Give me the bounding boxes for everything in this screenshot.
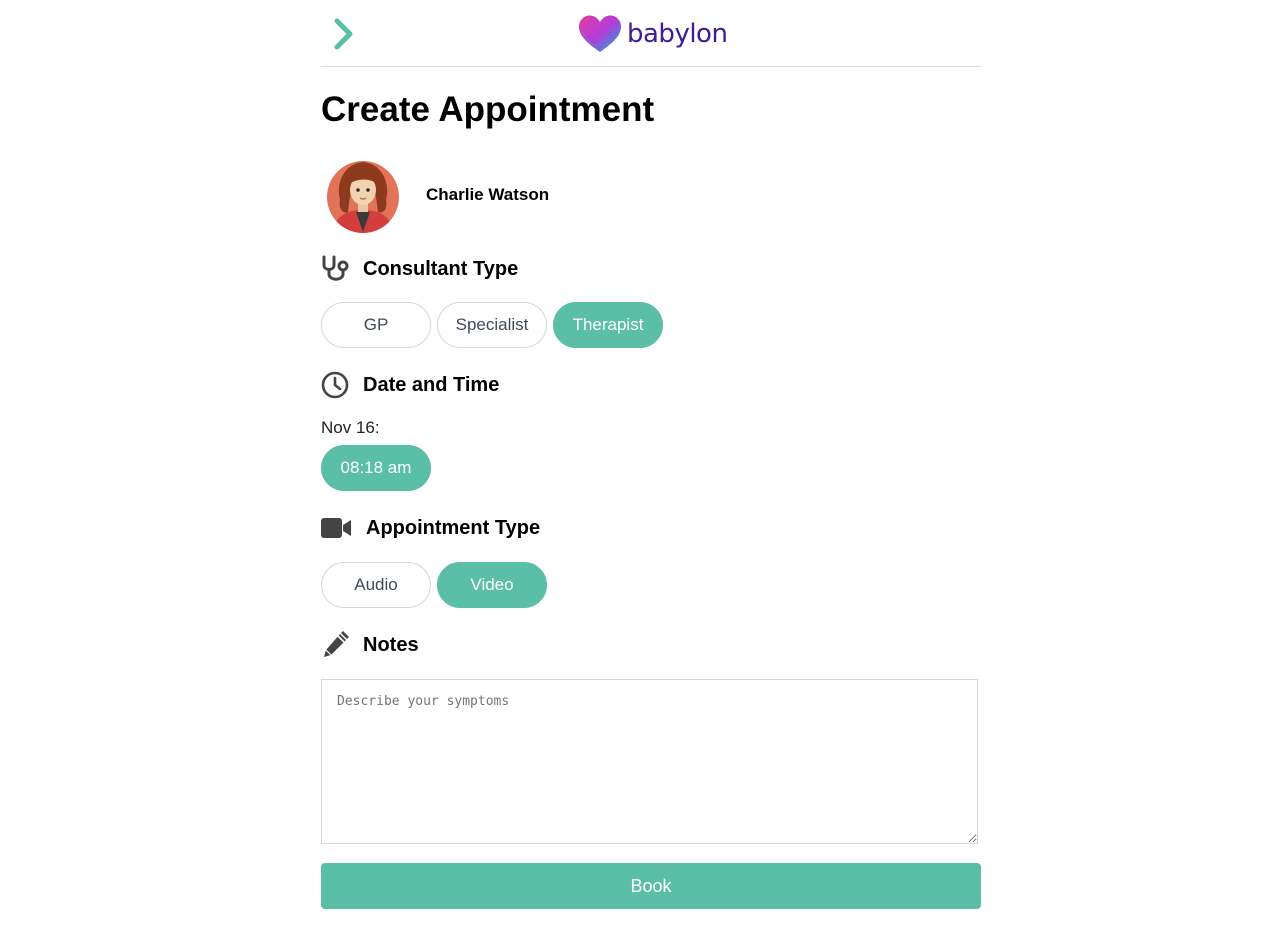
patient-name: Charlie Watson <box>426 185 550 204</box>
stethoscope-icon <box>321 255 349 283</box>
consultant-type-heading: Consultant Type <box>321 253 518 285</box>
avatar <box>327 161 399 233</box>
consultant-type-label: Consultant Type <box>363 257 519 280</box>
pencil-icon <box>321 631 349 659</box>
app-header: babylon <box>321 0 981 67</box>
time-slot[interactable]: 08:18 am <box>321 445 431 491</box>
heart-logo-icon <box>578 15 622 53</box>
consultant-option-therapist[interactable]: Therapist <box>553 302 663 348</box>
consultant-option-gp[interactable]: GP <box>321 302 431 348</box>
date-time-label: Date and Time <box>363 373 500 396</box>
logo-text: babylon <box>627 19 728 49</box>
create-appointment-page: babylon Create Appointment Charlie Watso… <box>321 0 981 935</box>
video-camera-icon <box>321 514 352 542</box>
consultant-type-options: GP Specialist Therapist <box>321 302 663 348</box>
patient-profile: Charlie Watson <box>326 156 549 234</box>
date-time-heading: Date and Time <box>321 369 499 401</box>
notes-label: Notes <box>363 633 419 656</box>
appointment-date: Nov 16: <box>321 418 380 437</box>
clock-icon <box>321 371 349 399</box>
babylon-logo: babylon <box>577 14 728 54</box>
chevron-right-icon <box>334 18 353 50</box>
symptoms-textarea[interactable] <box>321 679 978 844</box>
book-button[interactable]: Book <box>321 863 981 909</box>
page-title: Create Appointment <box>321 90 655 129</box>
appointment-type-options: Audio Video <box>321 562 547 608</box>
time-slots: 08:18 am <box>321 445 431 491</box>
appointment-type-label: Appointment Type <box>366 516 541 539</box>
consultant-option-specialist[interactable]: Specialist <box>437 302 547 348</box>
appointment-option-audio[interactable]: Audio <box>321 562 431 608</box>
back-button[interactable] <box>329 16 359 52</box>
notes-heading: Notes <box>321 629 419 661</box>
appointment-option-video[interactable]: Video <box>437 562 547 608</box>
appointment-type-heading: Appointment Type <box>321 512 540 544</box>
